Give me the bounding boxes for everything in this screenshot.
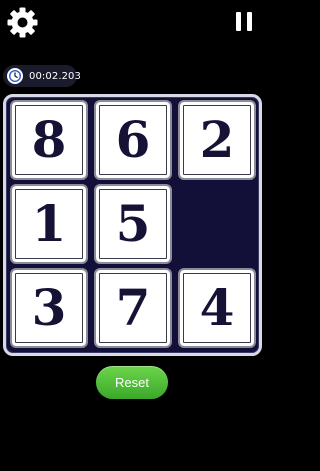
- puzzle-board: 862 15374: [3, 94, 262, 356]
- puzzle-tile[interactable]: 5: [94, 184, 172, 264]
- tile-number: 6: [115, 110, 151, 169]
- puzzle-tile[interactable]: 6: [94, 100, 172, 180]
- tile-number: 3: [31, 278, 67, 337]
- settings-button[interactable]: [6, 6, 39, 39]
- clock-icon: [7, 68, 23, 84]
- reset-label: Reset: [115, 375, 149, 390]
- timer-value: 00:02.203: [29, 70, 81, 82]
- reset-button[interactable]: Reset: [96, 366, 168, 399]
- gear-icon: [7, 7, 38, 38]
- tile-number: 2: [199, 110, 235, 169]
- tile-number: 8: [31, 110, 67, 169]
- puzzle-tile[interactable]: 7: [94, 268, 172, 348]
- tile-number: 7: [115, 278, 151, 337]
- puzzle-tile[interactable]: 3: [10, 268, 88, 348]
- puzzle-tile[interactable]: 1: [10, 184, 88, 264]
- empty-slot: [178, 184, 256, 264]
- tile-number: 4: [199, 278, 235, 337]
- puzzle-tile[interactable]: 4: [178, 268, 256, 348]
- timer-display: 00:02.203: [3, 65, 81, 87]
- pause-button[interactable]: [236, 12, 252, 31]
- pause-icon: [236, 12, 241, 31]
- pause-icon-bar: [247, 12, 252, 31]
- puzzle-tile[interactable]: 8: [10, 100, 88, 180]
- tile-number: 1: [31, 194, 67, 253]
- puzzle-tile[interactable]: 2: [178, 100, 256, 180]
- tile-number: 5: [115, 194, 151, 253]
